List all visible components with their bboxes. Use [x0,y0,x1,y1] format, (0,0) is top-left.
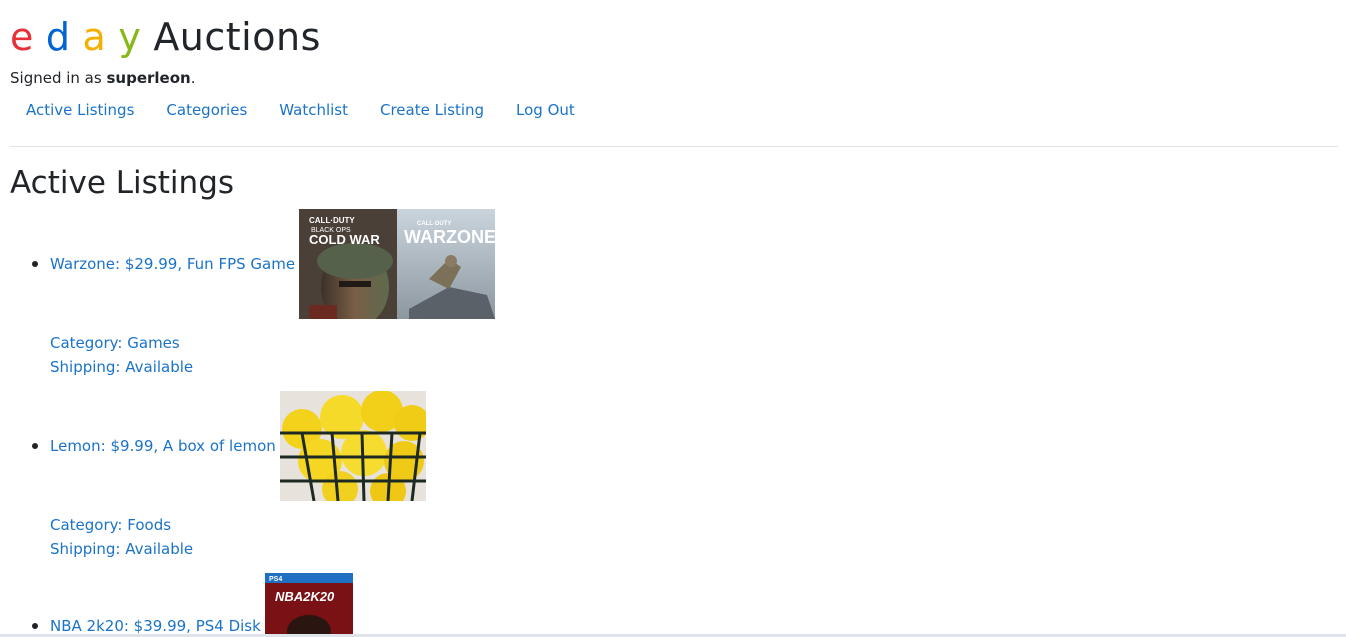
svg-text:NBA2K20: NBA2K20 [275,589,335,604]
listing-image-nba2k20[interactable]: PS4 NBA2K20 [264,573,353,637]
list-bullet [32,623,38,629]
brand-letter-d: d [45,15,71,59]
listing-link[interactable]: NBA 2k20: $39.99, PS4 Disk [50,616,261,636]
list-item: Lemon: $9.99, A box of lemon Category: F… [32,391,426,561]
header-divider [10,146,1338,147]
nav-active-listings[interactable]: Active Listings [10,100,150,120]
list-item: Warzone: $29.99, Fun FPS Game CALL·DUTY … [32,209,496,379]
brand-word: Auctions [153,15,321,59]
brand-letter-a: a [82,15,107,59]
page: e d a y Auctions Signed in as superleon.… [0,0,1346,637]
signed-in-suffix: . [190,69,196,87]
svg-text:COLD WAR: COLD WAR [309,232,380,247]
site-header: e d a y Auctions [10,14,321,60]
main-nav: Active Listings Categories Watchlist Cre… [10,100,591,120]
brand-logo: e d a y Auctions [10,14,321,60]
svg-text:CALL·DUTY: CALL·DUTY [309,216,355,225]
listing-image-lemon[interactable] [279,391,426,501]
listing-shipping[interactable]: Shipping: Available [50,537,426,561]
signed-in-status: Signed in as superleon. [10,69,195,87]
username: superleon [106,69,191,87]
list-item: NBA 2k20: $39.99, PS4 Disk PS4 NBA2K20 [32,573,353,637]
brand-letter-e: e [10,15,34,59]
brand-letter-y: y [118,15,142,59]
list-bullet [32,443,38,449]
listing-category[interactable]: Category: Games [50,331,495,355]
svg-text:WARZONE: WARZONE [404,227,495,247]
nav-create-listing[interactable]: Create Listing [364,100,500,120]
nav-log-out[interactable]: Log Out [500,100,591,120]
svg-text:PS4: PS4 [269,576,282,583]
listing-shipping[interactable]: Shipping: Available [50,355,495,379]
nav-watchlist[interactable]: Watchlist [263,100,364,120]
signed-in-prefix: Signed in as [10,69,102,87]
listing-category[interactable]: Category: Foods [50,513,426,537]
list-bullet [32,261,38,267]
page-title: Active Listings [10,165,235,201]
listing-link[interactable]: Warzone: $29.99, Fun FPS Game [50,254,295,274]
listing-link[interactable]: Lemon: $9.99, A box of lemon [50,436,276,456]
nav-categories[interactable]: Categories [150,100,263,120]
listing-image-warzone[interactable]: CALL·DUTY BLACK OPS COLD WAR CALL·DUTY W… [299,209,496,319]
